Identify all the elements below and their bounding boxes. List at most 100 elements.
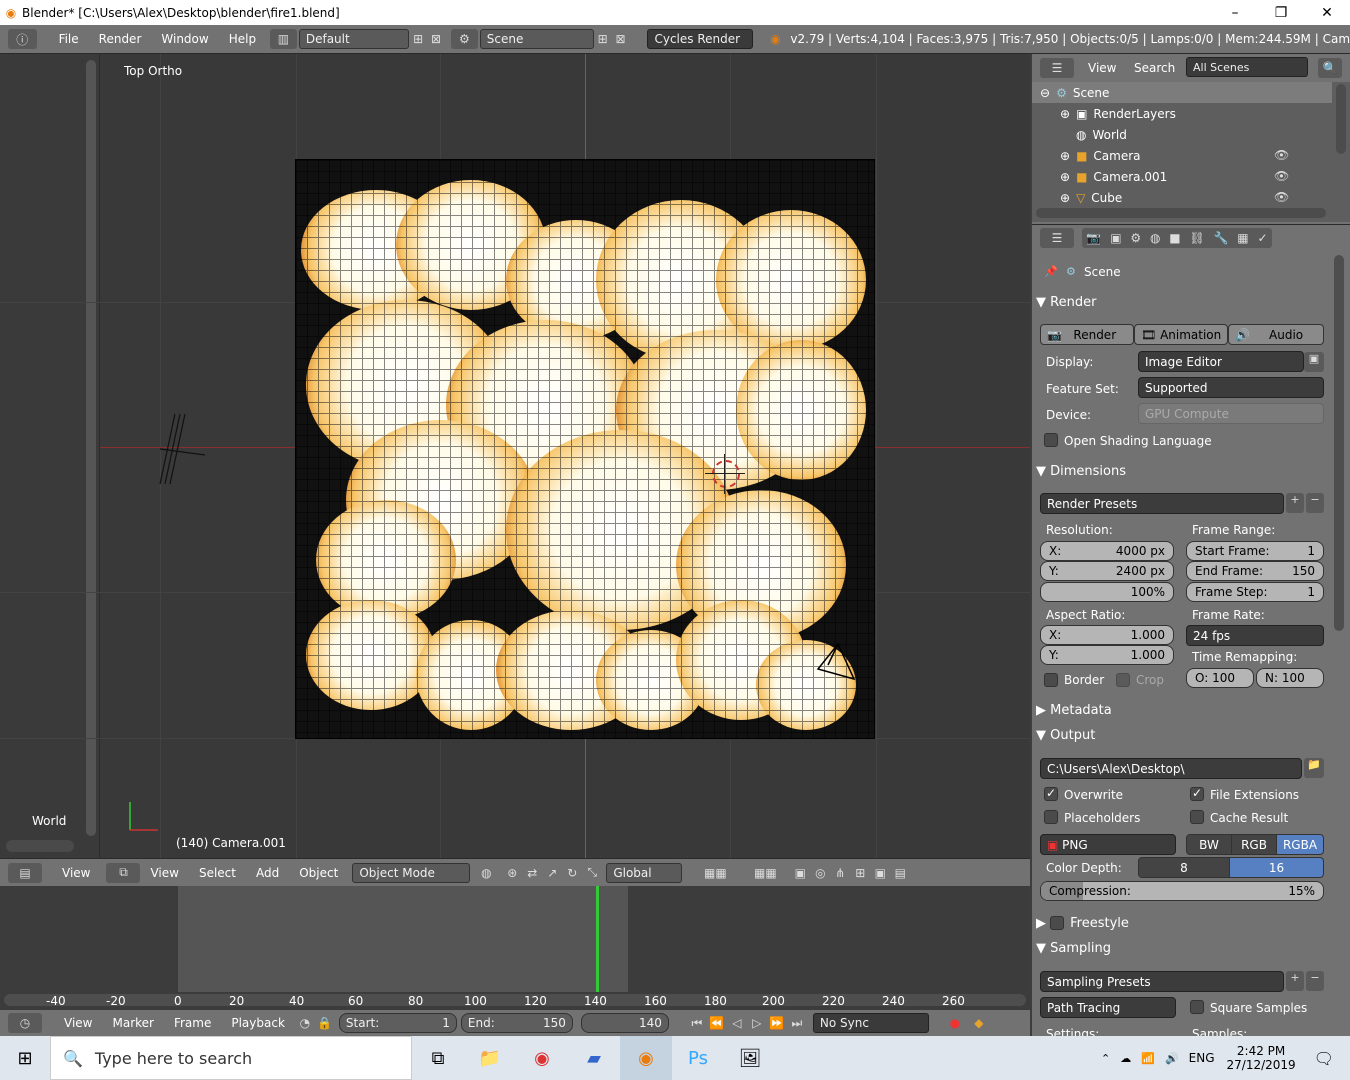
outliner-row-renderlayers[interactable]: ⊕ ▣ RenderLayers [1032, 103, 1332, 124]
device-select[interactable]: GPU Compute [1138, 403, 1324, 424]
start-frame-field[interactable]: Start: 1 [338, 1013, 457, 1033]
render-engine-select[interactable]: Cycles Render [647, 29, 753, 49]
resolution-y-field[interactable]: Y: 2400 px [1040, 561, 1174, 581]
timeline-frame-menu[interactable]: Frame [164, 1016, 221, 1030]
osl-checkbox[interactable] [1044, 433, 1058, 447]
resolution-percent-field[interactable]: 100% [1040, 582, 1174, 602]
outliner-editor-icon[interactable]: ☰ [1040, 58, 1074, 78]
folder-icon[interactable]: 📁 [1304, 758, 1324, 778]
remove-preset-icon[interactable]: − [1306, 493, 1324, 513]
toolshelf-editor-icon[interactable]: ▤ [8, 862, 42, 883]
sync-select[interactable]: No Sync [812, 1013, 929, 1033]
search-icon[interactable]: 🔍 [1318, 58, 1342, 78]
placeholders-checkbox[interactable] [1044, 810, 1058, 824]
manipulator-icon[interactable]: ⇄ [522, 863, 542, 883]
language-indicator[interactable]: ENG [1189, 1051, 1215, 1065]
mode-select[interactable]: Object Mode [352, 862, 471, 883]
outliner-view-menu[interactable]: View [1088, 61, 1116, 75]
render-panel-header[interactable]: ▼ Render [1036, 291, 1336, 313]
collapse-icon[interactable]: ⊖ [1040, 86, 1050, 100]
aspect-y-field[interactable]: Y: 1.000 [1040, 645, 1174, 665]
orientation-select[interactable]: Global [606, 862, 683, 883]
visibility-eye-icon[interactable]: 👁 [1274, 148, 1289, 162]
start-button[interactable]: ⊞ [0, 1036, 50, 1080]
lock-range-icon[interactable]: 🔒 [315, 1013, 335, 1033]
aspect-x-field[interactable]: X: 1.000 [1040, 625, 1174, 645]
file-explorer-icon[interactable]: 📁 [464, 1036, 516, 1080]
file-extensions-checkbox[interactable] [1190, 786, 1204, 801]
scene-icon[interactable]: ⚙ [450, 29, 478, 49]
rotate-icon[interactable]: ↻ [562, 863, 582, 883]
render-tab-icon[interactable]: 📷 [1086, 231, 1101, 245]
prev-keyframe-icon[interactable]: ⏪ [707, 1013, 727, 1033]
expand-icon[interactable]: ⊕ [1060, 149, 1070, 163]
maximize-button[interactable]: ❐ [1258, 5, 1304, 21]
freestyle-checkbox[interactable] [1050, 916, 1065, 930]
expand-icon[interactable]: ⊕ [1060, 191, 1070, 205]
outliner-hscrollbar[interactable] [1036, 208, 1326, 218]
frame-rate-select[interactable]: 24 fps [1186, 625, 1324, 646]
menu-help[interactable]: Help [219, 32, 266, 46]
remove-sampling-preset-icon[interactable]: − [1306, 971, 1324, 991]
pin-icon[interactable]: 📌 [1044, 265, 1058, 278]
remove-scene-icon[interactable]: ⊠ [612, 29, 630, 49]
object-menu[interactable]: Object [289, 866, 348, 880]
color-bw-button[interactable]: BW [1186, 834, 1232, 855]
crop-checkbox[interactable] [1116, 673, 1130, 687]
output-path-field[interactable]: C:\Users\Alex\Desktop\ [1040, 758, 1302, 779]
tool-shelf-slider[interactable] [6, 840, 74, 852]
select-menu[interactable]: Select [189, 866, 246, 880]
record-icon[interactable]: ● [945, 1013, 965, 1033]
output-panel-header[interactable]: ▼ Output [1036, 724, 1336, 746]
menu-window[interactable]: Window [151, 32, 218, 46]
timeline-editor-icon[interactable]: ◷ [8, 1013, 42, 1033]
close-button[interactable]: ✕ [1304, 5, 1350, 21]
menu-render[interactable]: Render [89, 32, 152, 46]
outliner-filter-select[interactable]: All Scenes [1186, 57, 1308, 77]
color-rgba-button[interactable]: RGBA [1276, 834, 1324, 855]
object-tab-icon[interactable]: ■ [1169, 231, 1180, 245]
square-samples-checkbox[interactable] [1190, 1000, 1204, 1014]
sampling-panel-header[interactable]: ▼ Sampling [1036, 937, 1336, 959]
overwrite-checkbox[interactable] [1044, 786, 1058, 801]
volume-icon[interactable]: 🔊 [1165, 1052, 1179, 1065]
3d-cursor-icon[interactable] [712, 460, 740, 488]
integrator-select[interactable]: Path Tracing [1040, 997, 1176, 1018]
physics-tab-icon[interactable]: ✓ [1257, 231, 1267, 245]
properties-editor-icon[interactable]: ☰ [1040, 228, 1074, 248]
scene-field[interactable]: Scene [479, 29, 594, 49]
photos-icon[interactable]: 🖼 [724, 1036, 776, 1080]
color-rgb-button[interactable]: RGB [1231, 834, 1277, 855]
app-icon[interactable]: ▰ [568, 1036, 620, 1080]
tray-chevron-icon[interactable]: ⌃ [1101, 1052, 1110, 1065]
snap-target-icon[interactable]: ⊞ [850, 863, 870, 883]
photoshop-icon[interactable]: Ps [672, 1036, 724, 1080]
minimize-button[interactable]: – [1212, 5, 1258, 21]
render-animation-icon[interactable]: ▤ [890, 863, 910, 883]
jump-start-icon[interactable]: ⏮ [687, 1013, 707, 1033]
remap-old-field[interactable]: O: 100 [1186, 668, 1254, 688]
keyframe-icon[interactable]: ◆ [969, 1013, 989, 1033]
freestyle-panel-header[interactable]: ▶ Freestyle [1036, 912, 1336, 934]
editor-type-icon[interactable]: ⧉ [106, 862, 141, 883]
left-view-menu[interactable]: View [52, 866, 100, 880]
render-presets-select[interactable]: Render Presets [1040, 493, 1284, 514]
sampling-presets-select[interactable]: Sampling Presets [1040, 971, 1284, 992]
play-reverse-icon[interactable]: ◁ [727, 1013, 747, 1033]
add-scene-icon[interactable]: ⊞ [594, 29, 612, 49]
layers-icon[interactable]: ▦▦ [690, 863, 740, 883]
scene-tab-icon[interactable]: ⚙ [1130, 231, 1141, 245]
frame-step-prop[interactable]: Frame Step: 1 [1186, 582, 1324, 602]
3d-viewport[interactable]: World Top Ortho (140) Camera.001 [0, 54, 1030, 858]
resolution-x-field[interactable]: X: 4000 px [1040, 541, 1174, 561]
timeline-playback-menu[interactable]: Playback [221, 1016, 295, 1030]
add-layout-icon[interactable]: ⊞ [409, 29, 427, 49]
outliner-vscrollbar[interactable] [1336, 84, 1346, 154]
cache-result-checkbox[interactable] [1190, 810, 1204, 824]
translate-icon[interactable]: ↗ [542, 863, 562, 883]
animation-button[interactable]: 🎞 Animation [1134, 324, 1228, 345]
menu-file[interactable]: File [49, 32, 89, 46]
clock[interactable]: 2:42 PM 27/12/2019 [1227, 1044, 1296, 1072]
start-frame-prop[interactable]: Start Frame: 1 [1186, 541, 1324, 561]
pivot-icon[interactable]: ⊛ [502, 863, 522, 883]
